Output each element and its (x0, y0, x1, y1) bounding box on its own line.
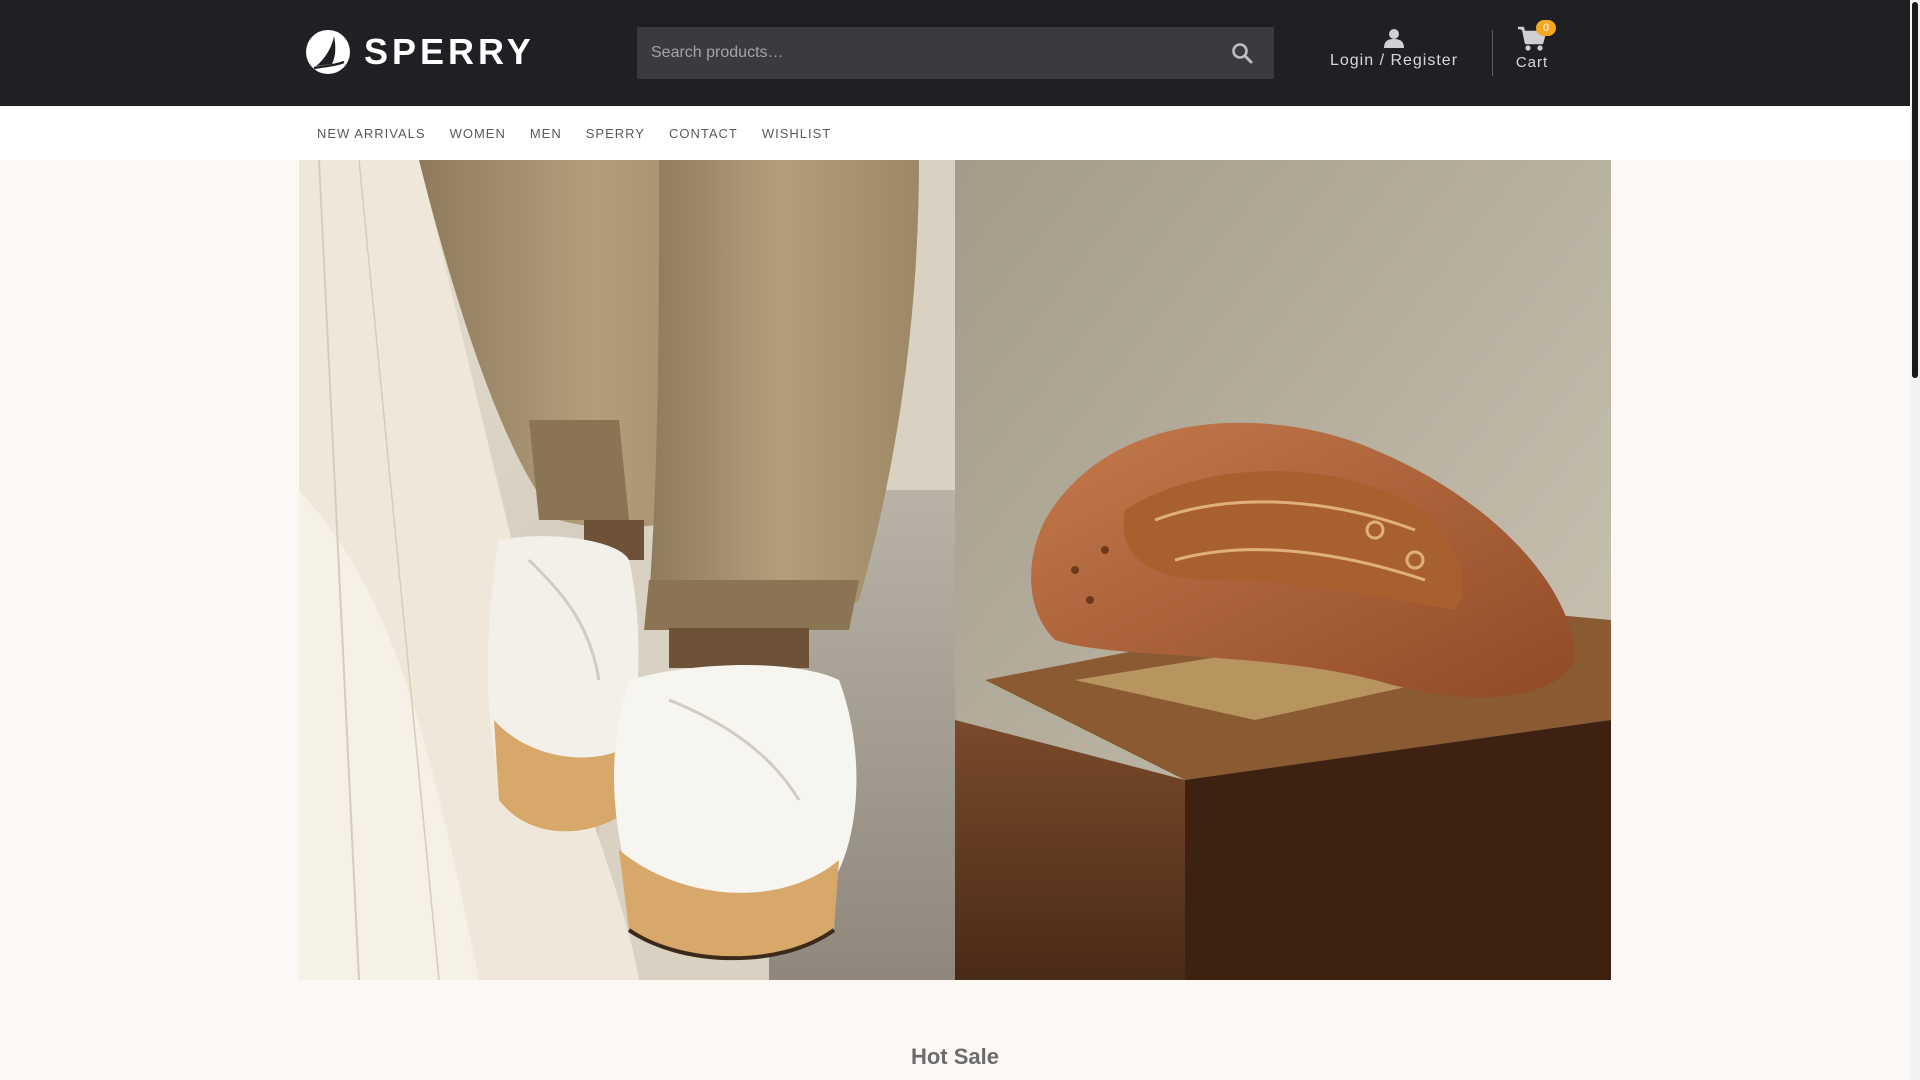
nav-list: NEW ARRIVALS WOMEN MEN SPERRY CONTACT WI… (305, 106, 843, 160)
main-nav: NEW ARRIVALS WOMEN MEN SPERRY CONTACT WI… (0, 106, 1910, 160)
nav-item-men[interactable]: MEN (518, 126, 574, 141)
brand-logo[interactable]: SPERRY (306, 30, 535, 74)
nav-item-women[interactable]: WOMEN (438, 126, 518, 141)
nav-item-contact[interactable]: CONTACT (657, 126, 750, 141)
login-register-label: Login / Register (1329, 52, 1459, 69)
page-scrollbar[interactable] (1910, 0, 1920, 1080)
search-button[interactable] (1228, 39, 1256, 67)
search-icon (1232, 43, 1253, 64)
search-input[interactable] (637, 27, 1197, 79)
user-icon (1384, 29, 1404, 48)
cart-count-badge: 0 (1536, 20, 1556, 36)
nav-item-new-arrivals[interactable]: NEW ARRIVALS (305, 126, 438, 141)
hero-image-loafers[interactable] (955, 160, 1611, 980)
header-divider (1492, 30, 1493, 76)
hot-sale-heading: Hot Sale (910, 1044, 1000, 1069)
search-bar (637, 27, 1274, 79)
hero-banner (299, 160, 1611, 980)
cart-button[interactable]: Cart 0 (1508, 20, 1556, 72)
scrollbar-thumb[interactable] (1912, 2, 1918, 378)
hero-image-sneakers[interactable] (299, 160, 955, 980)
nav-item-sperry[interactable]: SPERRY (574, 126, 657, 141)
sail-icon (306, 30, 350, 74)
nav-item-wishlist[interactable]: WISHLIST (750, 126, 843, 141)
site-header: SPERRY Login / Register Cart 0 (0, 0, 1910, 106)
login-register-link[interactable]: Login / Register (1316, 28, 1472, 70)
brand-name: SPERRY (364, 31, 535, 72)
cart-label: Cart (1515, 54, 1549, 71)
